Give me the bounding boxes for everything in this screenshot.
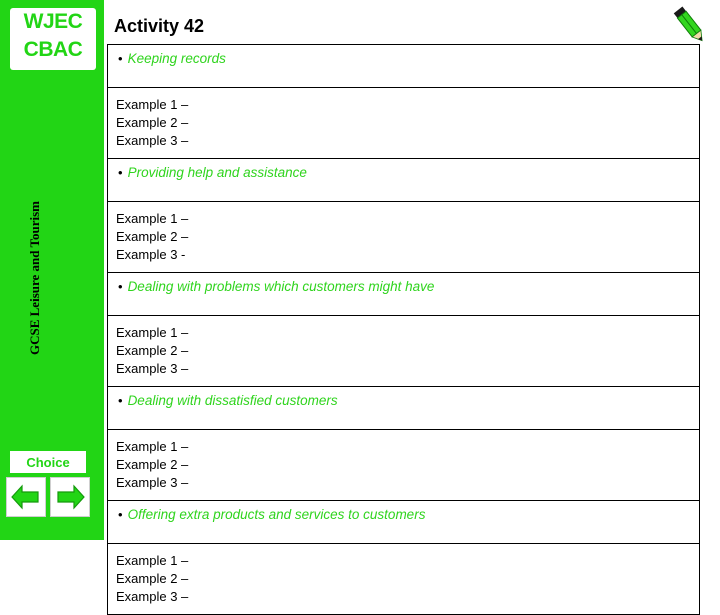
bullet-cell: • Providing help and assistance	[107, 158, 700, 202]
example-line: Example 1 –	[116, 325, 189, 340]
wjec-cbac-logo: WJEC CBAC	[10, 8, 96, 70]
example-line: Example 2 –	[116, 343, 189, 358]
logo-text-wjec: WJEC	[23, 10, 83, 33]
examples-cell[interactable]: Example 1 – Example 2 – Example 3 –	[107, 87, 700, 159]
previous-slide-button[interactable]	[6, 477, 46, 517]
bullet-dot-icon: •	[118, 279, 123, 294]
example-line: Example 3 –	[116, 475, 189, 490]
bullet-cell: • Keeping records	[107, 44, 700, 88]
bullet-cell: • Dealing with problems which customers m…	[107, 272, 700, 316]
examples-cell[interactable]: Example 1 – Example 2 – Example 3 –	[107, 315, 700, 387]
example-line: Example 1 –	[116, 439, 189, 454]
table-row: • Keeping records	[107, 44, 700, 88]
table-row: • Providing help and assistance	[107, 158, 700, 202]
bullet-line: • Providing help and assistance	[108, 165, 699, 180]
next-slide-button[interactable]	[50, 477, 90, 517]
bullet-line: • Keeping records	[108, 51, 699, 66]
bullet-label: Offering extra products and services to …	[127, 507, 426, 522]
example-line: Example 3 –	[116, 361, 189, 376]
bullet-label: Providing help and assistance	[127, 165, 307, 180]
bullet-dot-icon: •	[118, 165, 123, 180]
examples-cell[interactable]: Example 1 – Example 2 – Example 3 –	[107, 429, 700, 501]
left-arrow-icon	[11, 484, 39, 510]
sidebar: WJEC CBAC GCSE Leisure and Tourism Choic…	[0, 0, 104, 540]
bullet-cell: • Offering extra products and services to…	[107, 500, 700, 544]
bullet-label: Keeping records	[127, 51, 226, 66]
example-line: Example 2 –	[116, 115, 189, 130]
examples-cell[interactable]: Example 1 – Example 2 – Example 3 –	[107, 543, 700, 615]
pencil-icon	[673, 6, 703, 42]
example-line: Example 1 –	[116, 97, 189, 112]
example-line: Example 3 –	[116, 133, 189, 148]
example-line: Example 1 –	[116, 553, 189, 568]
bullet-dot-icon: •	[118, 51, 123, 66]
bullet-line: • Dealing with dissatisfied customers	[108, 393, 699, 408]
example-line: Example 1 –	[116, 211, 189, 226]
example-line: Example 2 –	[116, 571, 189, 586]
bullet-dot-icon: •	[118, 393, 123, 408]
table-row: • Offering extra products and services to…	[107, 500, 700, 544]
table-row: • Dealing with dissatisfied customers	[107, 386, 700, 430]
example-line: Example 3 –	[116, 589, 189, 604]
choice-button-label: Choice	[26, 454, 70, 470]
example-line: Example 2 –	[116, 229, 189, 244]
example-line: Example 2 –	[116, 457, 189, 472]
bullet-line: • Offering extra products and services to…	[108, 507, 699, 522]
logo-text-cbac: CBAC	[23, 38, 83, 61]
examples-cell[interactable]: Example 1 – Example 2 – Example 3 -	[107, 201, 700, 273]
bullet-label: Dealing with problems which customers mi…	[127, 279, 435, 294]
bullet-dot-icon: •	[118, 507, 123, 522]
example-line: Example 3 -	[116, 247, 186, 262]
table-row: Example 1 – Example 2 – Example 3 –	[107, 315, 700, 387]
bullet-cell: • Dealing with dissatisfied customers	[107, 386, 700, 430]
choice-button[interactable]: Choice	[10, 451, 86, 473]
table-row: Example 1 – Example 2 – Example 3 –	[107, 87, 700, 159]
page-title: Activity 42	[114, 16, 205, 36]
table-row: • Dealing with problems which customers m…	[107, 272, 700, 316]
table-row: Example 1 – Example 2 – Example 3 –	[107, 429, 700, 501]
course-label: GCSE Leisure and Tourism	[27, 201, 42, 356]
right-arrow-icon	[57, 484, 85, 510]
activity-table: • Keeping records Example 1 – Example 2 –…	[107, 44, 700, 615]
bullet-line: • Dealing with problems which customers m…	[108, 279, 699, 294]
table-row: Example 1 – Example 2 – Example 3 –	[107, 543, 700, 615]
bullet-label: Dealing with dissatisfied customers	[127, 393, 338, 408]
table-row: Example 1 – Example 2 – Example 3 -	[107, 201, 700, 273]
